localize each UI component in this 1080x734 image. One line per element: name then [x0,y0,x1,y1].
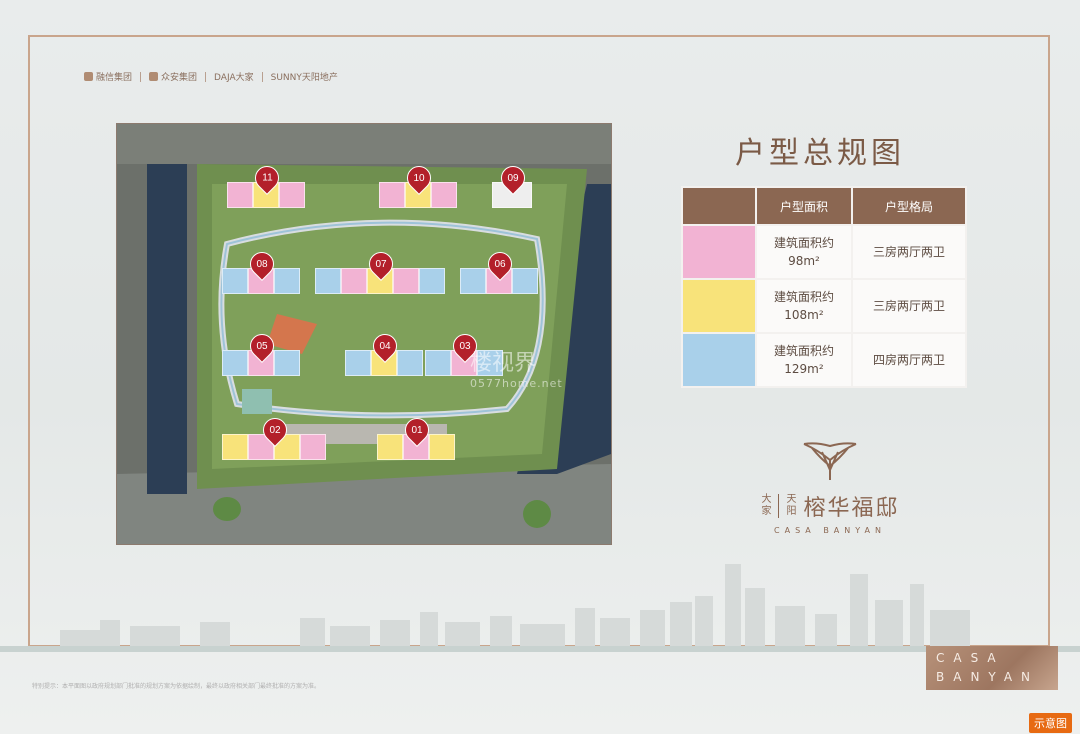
unit-type-table: 户型面积 户型格局 建筑面积约 98m² 三房两厅两卫 建筑面积约 108m² 三房… [681,186,967,388]
project-name: 榕华福邸 [803,496,900,521]
brand-sunny: SUNNY天阳地产 [270,73,338,83]
unit-block [222,268,248,294]
table-row: 建筑面积约 98m² 三房两厅两卫 [683,226,965,278]
brand-zhongan: 众安集团 [149,70,197,83]
unit-block [274,350,300,376]
unit-block [425,350,451,376]
unit-block [377,434,403,460]
unit-block [512,268,538,294]
table-header-row: 户型面积 户型格局 [683,188,965,224]
brand-prefix-bottom: 天阳 [786,494,797,517]
building-number: 03 [459,340,471,352]
unit-block [393,268,419,294]
unit-block [429,434,455,460]
brand-name-row: 大家 天阳 榕华福邸 [760,490,900,522]
building-number: 05 [256,340,268,352]
layout-cell: 三房两厅两卫 [852,226,965,278]
unit-block [279,182,305,208]
color-swatch-blue [683,334,755,386]
unit-block [397,350,423,376]
site-plan-illustration [117,124,611,544]
building-number: 09 [507,172,519,184]
unit-block [431,182,457,208]
divider [205,71,207,82]
watermark: 楼视界 0577home.net [470,351,563,390]
brand-daja: DAJA大家 [214,73,254,83]
area-cell: 建筑面积约 129m² [757,334,851,386]
unit-block [227,182,253,208]
unit-block [222,350,248,376]
unit-block [222,434,248,460]
unit-block [274,268,300,294]
header-layout: 户型格局 [852,188,965,224]
divider [778,494,780,518]
corner-brand-label: CASA BANYAN [926,646,1058,690]
unit-block [300,434,326,460]
building-number: 01 [411,424,423,436]
zhongan-logo-icon [149,72,159,81]
city-skyline-illustration [0,564,1080,652]
banyan-tree-logo-icon [803,442,857,480]
brand-ronxin: 融信集团 [84,70,132,83]
legal-disclaimer: 特别提示：本平面图以政府规划部门批准的规划方案为依据绘制，最终以政府相关部门最终… [32,683,321,690]
unit-block [460,268,486,294]
area-cell: 建筑面积约 98m² [757,226,851,278]
table-row: 建筑面积约 108m² 三房两厅两卫 [683,280,965,332]
project-english-name: CASA BANYAN [774,526,886,535]
layout-cell: 三房两厅两卫 [852,280,965,332]
header-swatch [683,188,755,224]
divider [261,71,263,82]
project-brandmark: 大家 天阳 榕华福邸 CASA BANYAN [760,440,900,535]
unit-block [345,350,371,376]
table-row: 建筑面积约 129m² 四房两厅两卫 [683,334,965,386]
divider [140,71,142,82]
developer-logos: 融信集团 众安集团 DAJA大家 SUNNY天阳地产 [84,70,338,83]
area-cell: 建筑面积约 108m² [757,280,851,332]
page-title: 户型总规图 [735,136,905,171]
site-plan-map: 11 10 09 08 07 06 05 04 03 02 01 [116,123,612,545]
unit-block [379,182,405,208]
building-number: 04 [379,340,391,352]
building-number: 07 [375,258,387,270]
building-number: 02 [269,424,281,436]
unit-block [419,268,445,294]
unit-block [315,268,341,294]
ronxin-logo-icon [84,72,93,81]
building-number: 06 [494,258,506,270]
building-number: 08 [256,258,268,270]
color-swatch-yellow [683,280,755,332]
color-swatch-pink [683,226,755,278]
illustration-tag: 示意图 [1029,713,1072,733]
layout-cell: 四房两厅两卫 [852,334,965,386]
brand-prefix-top: 大家 [761,494,772,517]
unit-block [341,268,367,294]
building-number: 10 [413,172,425,184]
building-number: 11 [261,172,273,184]
header-area: 户型面积 [757,188,851,224]
